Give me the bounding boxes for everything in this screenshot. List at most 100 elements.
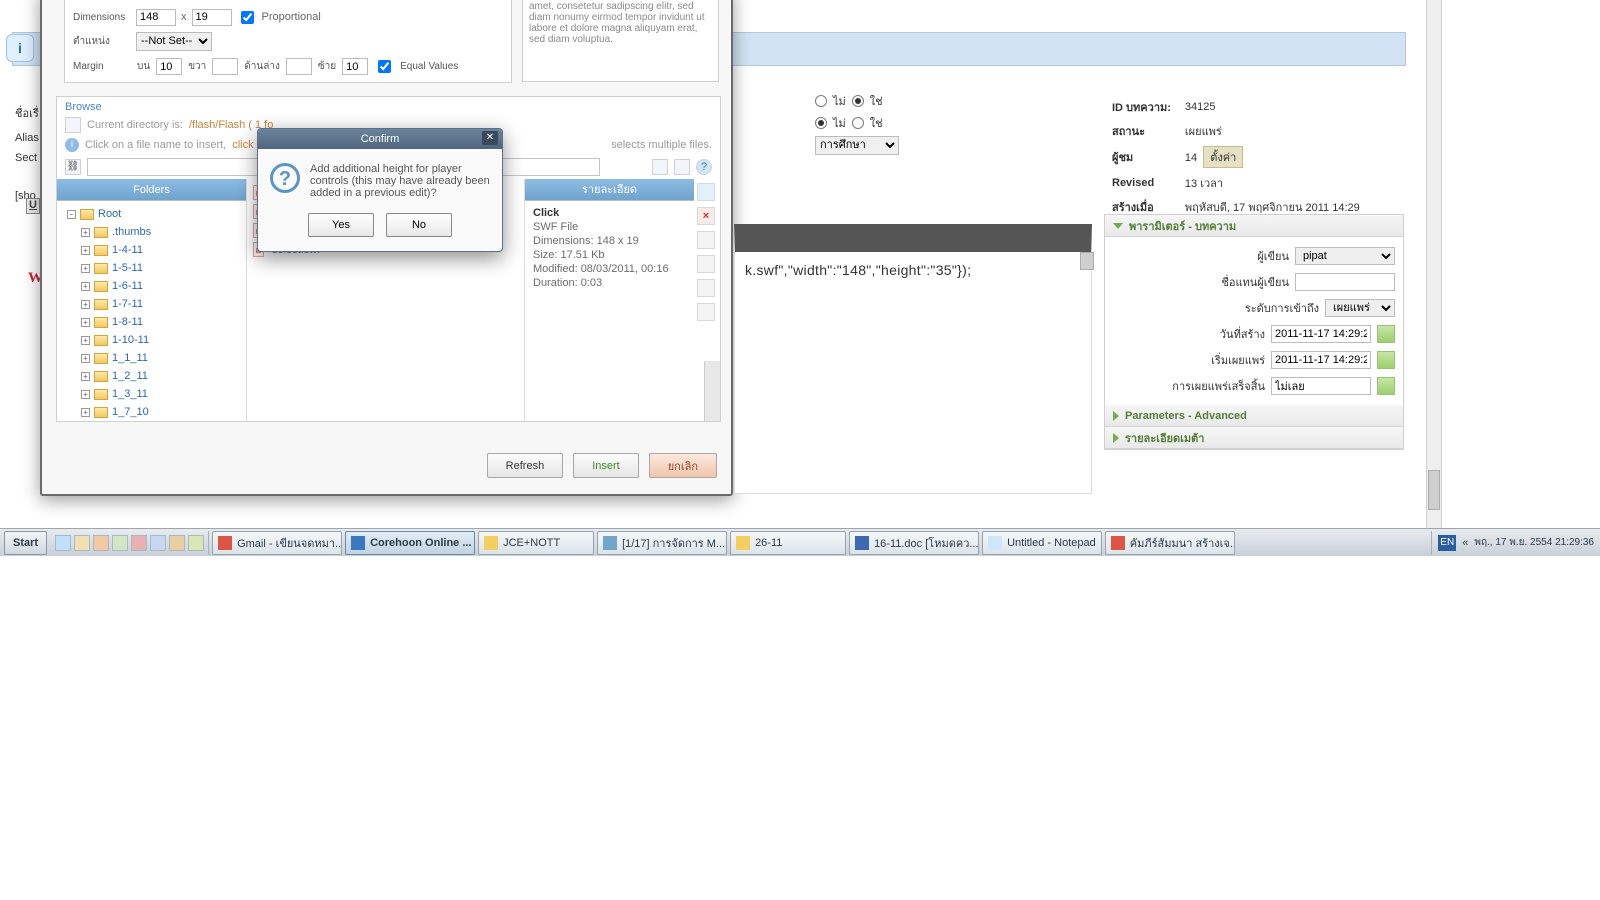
equal-values-checkbox[interactable] bbox=[378, 60, 391, 73]
expander-icon[interactable]: + bbox=[81, 372, 90, 381]
quick-icon-8[interactable] bbox=[188, 535, 204, 551]
tree-folder[interactable]: +1-6-11 bbox=[59, 277, 244, 295]
author-alias-input[interactable] bbox=[1295, 273, 1395, 291]
rename-icon[interactable] bbox=[697, 231, 715, 249]
task-corehoon[interactable]: Corehoon Online ... bbox=[345, 531, 475, 555]
params-article-body: ผู้เขียนpipat ชื่อแทนผู้เขียน ระดับการเข… bbox=[1105, 237, 1403, 405]
params-article-header[interactable]: พารามิเตอร์ - บทความ bbox=[1105, 215, 1403, 237]
tree-folder[interactable]: +1-8-11 bbox=[59, 313, 244, 331]
refresh-button[interactable]: Refresh bbox=[487, 453, 564, 478]
word-icon[interactable] bbox=[150, 535, 166, 551]
tool4-icon[interactable] bbox=[697, 255, 715, 273]
task-gmail[interactable]: Gmail - เขียนจดหมา... bbox=[212, 531, 342, 555]
task-word[interactable]: 16-11.doc [โหมดคว... bbox=[849, 531, 979, 555]
quick-icon-5[interactable] bbox=[131, 535, 147, 551]
expander-icon[interactable]: + bbox=[81, 354, 90, 363]
folders-tree[interactable]: − Root +.thumbs+1-4-11+1-5-11+1-6-11+1-7… bbox=[57, 201, 246, 421]
cancel-button[interactable]: ยกเลิก bbox=[649, 453, 717, 478]
expander-icon[interactable]: + bbox=[81, 318, 90, 327]
language-indicator[interactable]: EN bbox=[1438, 535, 1456, 551]
expander-icon[interactable]: + bbox=[81, 390, 90, 399]
date-finish-input[interactable] bbox=[1271, 377, 1371, 395]
tree-folder[interactable]: +1-4-11 bbox=[59, 241, 244, 259]
proportional-checkbox[interactable] bbox=[241, 11, 254, 24]
confirm-titlebar[interactable]: Confirm ✕ bbox=[258, 129, 502, 149]
folder-label: 1_7_10 bbox=[112, 406, 149, 418]
tree-folder[interactable]: +1-5-11 bbox=[59, 259, 244, 277]
tool-paste-icon[interactable] bbox=[674, 159, 690, 175]
tool-help-icon[interactable]: ? bbox=[696, 159, 712, 175]
author-select[interactable]: pipat bbox=[1295, 247, 1395, 265]
tray-chevron-icon[interactable]: « bbox=[1462, 537, 1468, 549]
radio-no-1[interactable] bbox=[815, 95, 827, 107]
tree-folder[interactable]: +1-7-11 bbox=[59, 295, 244, 313]
position-select[interactable]: --Not Set-- bbox=[136, 32, 212, 51]
task-manage[interactable]: [1/17] การจัดการ M... bbox=[597, 531, 727, 555]
task-seminar[interactable]: คัมภีร์สัมมนา สร้างเจ... bbox=[1105, 531, 1235, 555]
tree-folder[interactable]: +1_1_11 bbox=[59, 349, 244, 367]
margin-bottom-input[interactable] bbox=[286, 58, 312, 75]
date-publish-input[interactable] bbox=[1271, 351, 1371, 369]
date-created-input[interactable] bbox=[1271, 325, 1371, 343]
insert-button[interactable]: Insert bbox=[573, 453, 639, 478]
task-26-11[interactable]: 26-11 bbox=[730, 531, 846, 555]
delete-icon[interactable]: × bbox=[697, 207, 715, 225]
page-scroll-thumb[interactable] bbox=[1428, 470, 1440, 510]
category-select[interactable]: การศึกษา bbox=[815, 136, 899, 155]
calendar-icon[interactable] bbox=[1377, 377, 1395, 395]
preview-panel: amet, consetetur sadipscing elitr, sed d… bbox=[522, 0, 719, 82]
access-select[interactable]: เผยแพร่ bbox=[1325, 299, 1395, 317]
task-jce[interactable]: JCE+NOTT bbox=[478, 531, 594, 555]
params-meta-header[interactable]: รายละเอียดเมต้า bbox=[1105, 427, 1403, 449]
margin-right-input[interactable] bbox=[212, 58, 238, 75]
quick-icon-7[interactable] bbox=[169, 535, 185, 551]
expander-icon[interactable]: + bbox=[81, 282, 90, 291]
calendar-icon[interactable] bbox=[1377, 351, 1395, 369]
radio-yes-1[interactable] bbox=[852, 95, 864, 107]
tool6-icon[interactable] bbox=[697, 303, 715, 321]
folders-scrollbar[interactable] bbox=[704, 361, 720, 421]
confirm-close-icon[interactable]: ✕ bbox=[482, 131, 498, 145]
chrome-icon[interactable] bbox=[112, 535, 128, 551]
expander-icon[interactable]: + bbox=[81, 336, 90, 345]
dim-height-input[interactable] bbox=[192, 9, 232, 26]
no-button[interactable]: No bbox=[386, 213, 452, 237]
expander-icon[interactable]: + bbox=[81, 246, 90, 255]
radio-no-2[interactable] bbox=[815, 117, 827, 129]
folder-up-icon[interactable] bbox=[65, 117, 81, 133]
firefox-icon[interactable] bbox=[93, 535, 109, 551]
tree-folder[interactable]: +1_7_10 bbox=[59, 403, 244, 421]
explorer-icon[interactable] bbox=[74, 535, 90, 551]
margin-left-input[interactable] bbox=[342, 58, 368, 75]
tool-copy-icon[interactable] bbox=[652, 159, 668, 175]
ie-icon[interactable] bbox=[55, 535, 71, 551]
expander-icon[interactable]: + bbox=[81, 300, 90, 309]
tree-folder[interactable]: +.thumbs bbox=[59, 223, 244, 241]
underline-icon[interactable]: U bbox=[26, 198, 40, 214]
start-button[interactable]: Start bbox=[4, 531, 47, 555]
page-scrollbar[interactable] bbox=[1426, 0, 1442, 528]
yes-button[interactable]: Yes bbox=[308, 213, 374, 237]
expander-icon[interactable]: + bbox=[81, 228, 90, 237]
folder-icon bbox=[94, 227, 108, 238]
tree-folder[interactable]: +1_3_11 bbox=[59, 385, 244, 403]
calendar-icon[interactable] bbox=[1377, 325, 1395, 343]
tool5-icon[interactable] bbox=[697, 279, 715, 297]
task-notepad[interactable]: Untitled - Notepad bbox=[982, 531, 1102, 555]
tree-folder[interactable]: +1_2_11 bbox=[59, 367, 244, 385]
tree-folder[interactable]: +1-10-11 bbox=[59, 331, 244, 349]
meta-views-button[interactable]: ตั้งค่า bbox=[1203, 146, 1243, 168]
info-icon: i bbox=[6, 34, 34, 62]
margin-top-input[interactable] bbox=[156, 58, 182, 75]
copy-icon[interactable] bbox=[697, 183, 715, 201]
tree-root[interactable]: − Root bbox=[59, 205, 244, 223]
expander-icon[interactable]: + bbox=[81, 408, 90, 417]
dim-width-input[interactable] bbox=[136, 9, 176, 26]
editor-body[interactable]: k.swf","width":"148","height":"35"}); bbox=[734, 224, 1092, 494]
editor-scroll-thumb[interactable] bbox=[1080, 252, 1094, 270]
params-advanced-header[interactable]: Parameters - Advanced bbox=[1105, 405, 1403, 427]
expander-icon[interactable]: + bbox=[81, 264, 90, 273]
taskbar-clock[interactable]: พฤ., 17 พ.ย. 2554 21:29:36 bbox=[1474, 535, 1594, 550]
expander-icon[interactable]: − bbox=[67, 210, 76, 219]
radio-yes-2[interactable] bbox=[852, 117, 864, 129]
